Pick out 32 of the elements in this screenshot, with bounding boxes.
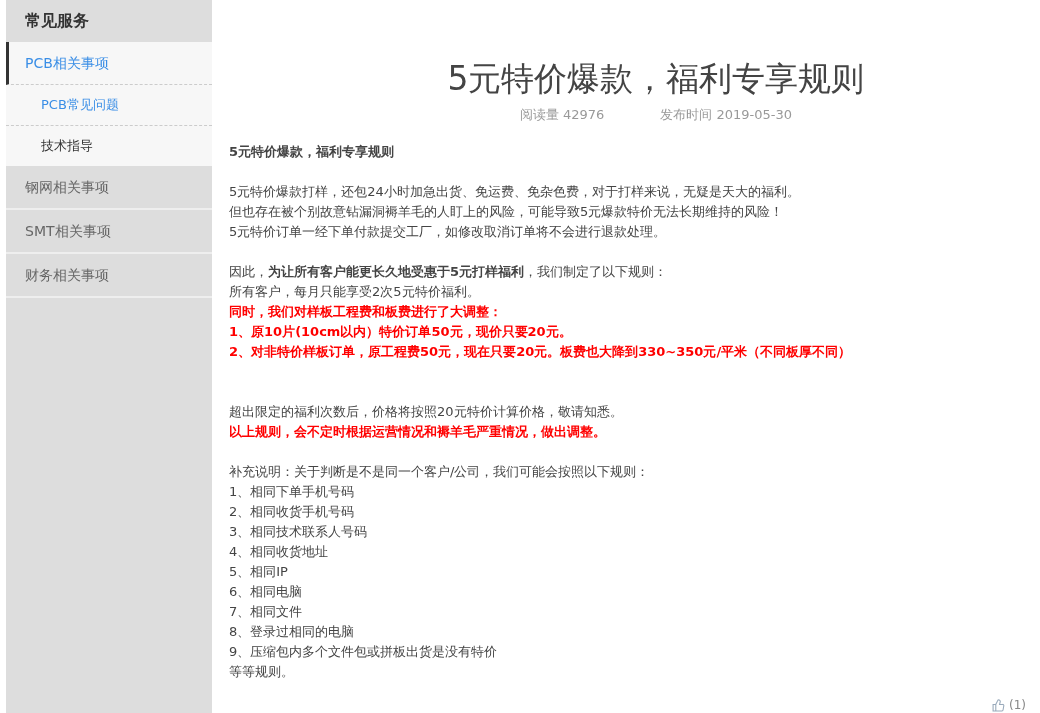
- article-line: 5元特价爆款，福利专享规则: [229, 143, 396, 161]
- sidebar-title: 常见服务: [24, 10, 90, 32]
- article-title: 5元特价爆款，福利专享规则: [446, 58, 866, 100]
- view-count: 阅读量 42976: [519, 106, 605, 124]
- article-line: 因此，为让所有客户能更长久地受惠于5元打样福利，我们制定了以下规则：: [229, 263, 669, 281]
- article-line: 7、相同文件: [229, 603, 304, 621]
- article-line: 9、压缩包内多个文件包或拼板出货是没有特价: [229, 643, 499, 661]
- article-line: 但也存在被个别故意钻漏洞褥羊毛的人盯上的风险，可能导致5元爆款特价无法长期维持的风险！: [229, 203, 785, 221]
- article-line: 8、登录过相同的电脑: [229, 623, 356, 641]
- article-line: 2、相同收货手机号码: [229, 503, 356, 521]
- article-line: 3、相同技术联系人号码: [229, 523, 369, 541]
- article-line: 5元特价爆款打样，还包24小时加急出货、免运费、免杂色费，对于打样来说，无疑是天大的福利。: [229, 183, 801, 201]
- article-line: 同时，我们对样板工程费和板费进行了大调整：: [229, 303, 503, 321]
- article-line: 6、相同电脑: [229, 583, 304, 601]
- article-line: 所有客户，每月只能享受2次5元特价福利。: [229, 283, 481, 301]
- like-count: (1): [1009, 698, 1026, 712]
- article-line: 1、原10片(10cm以内）特价订单50元，现价只要20元。: [229, 323, 573, 341]
- sidebar-subitem[interactable]: PCB常见问题: [6, 85, 212, 126]
- publish-date: 发布时间 2019-05-30: [660, 106, 793, 124]
- sidebar-item[interactable]: PCB相关事项: [6, 42, 212, 85]
- like-button[interactable]: (1): [992, 698, 1026, 712]
- thumbs-up-icon: [992, 698, 1005, 712]
- article-line: 补充说明：关于判断是不是同一个客户/公司，我们可能会按照以下规则：: [229, 463, 651, 481]
- article-line: 5元特价订单一经下单付款提交工厂，如修改取消订单将不会进行退款处理。: [229, 223, 668, 241]
- article-line: 等等规则。: [229, 663, 295, 681]
- article-line: 以上规则，会不定时根据运营情况和褥羊毛严重情况，做出调整。: [229, 423, 607, 441]
- article-line: 5、相同IP: [229, 563, 289, 581]
- article-line: 2、对非特价样板订单，原工程费50元，现在只要20元。板费也大降到330~350元/平米（不同板厚不同）: [229, 343, 853, 361]
- article-line: 4、相同收货地址: [229, 543, 330, 561]
- article-line: 超出限定的福利次数后，价格将按照20元特价计算价格，敬请知悉。: [229, 403, 624, 421]
- sidebar-subitem[interactable]: 技术指导: [6, 126, 212, 166]
- article-line: 1、相同下单手机号码: [229, 483, 356, 501]
